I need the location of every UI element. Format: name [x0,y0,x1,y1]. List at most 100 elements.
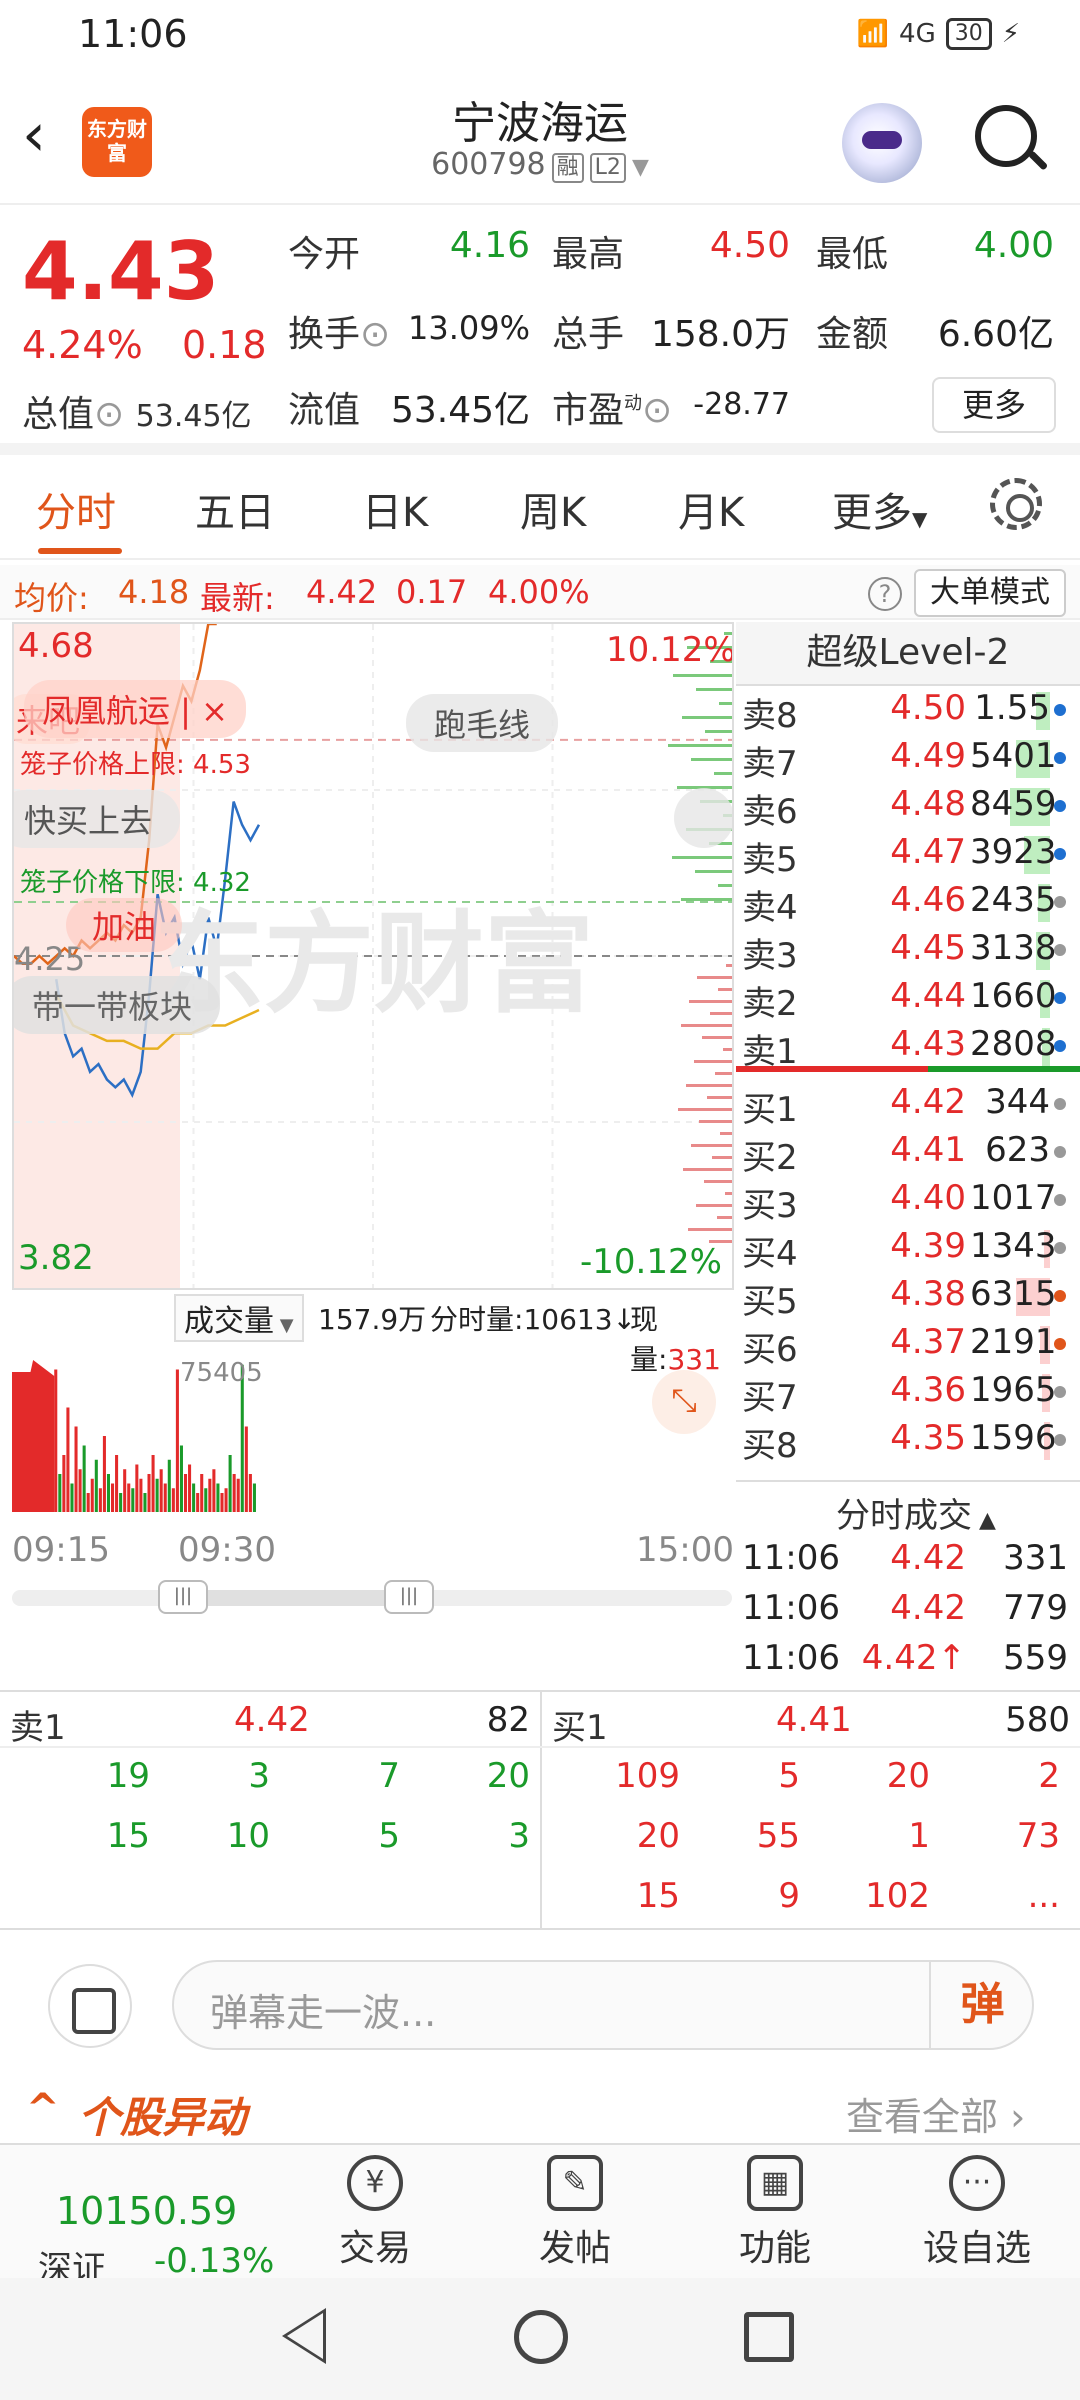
intraday-chart[interactable]: 4.68 3.82 10.12% -10.12% 4.25 笼子价格上限: 4.… [12,622,734,1290]
top-bar: ‹ 东方财富 宁波海运 600798 融 L2 ▼ [0,75,1080,205]
danmu-bubble[interactable]: 加油 [66,898,183,952]
mid-price-label: 4.25 [14,940,86,978]
view-all-link[interactable]: 查看全部 › [846,2086,1025,2141]
nav-add-watchlist[interactable]: ··· 设自选 [902,2155,1052,2271]
float-value: 53.45亿 [390,390,530,431]
divider [736,1480,1080,1482]
bid-row[interactable]: 买1 4.42 344 [736,1082,1080,1130]
bid-row[interactable]: 买7 4.36 1965 [736,1370,1080,1418]
status-dot [1054,1040,1066,1052]
watermark: 东方财富 [154,900,594,1028]
tab-daily-k[interactable]: 日K [362,480,428,538]
status-dot [1054,944,1066,956]
volume-bar [70,1483,74,1512]
tab-more[interactable]: 更多▼ [832,480,927,538]
bid-row[interactable]: 买8 4.35 1596 [736,1418,1080,1466]
ask-depth-bar [719,702,732,705]
info-icon[interactable]: ⊙ [642,390,672,431]
expand-icon[interactable]: ⤡ [652,1370,716,1434]
ask-row[interactable]: 卖1 4.43 2808 [736,1024,1080,1072]
open-value: 4.16 [449,225,530,266]
send-danmu-button[interactable]: 弹 [929,1962,1034,2048]
danmu-input[interactable]: 弹幕走一波... 弹 [172,1960,1034,2050]
bid-row[interactable]: 买6 4.37 2191 [736,1322,1080,1370]
ask-row[interactable]: 卖5 4.47 3923 [736,832,1080,880]
ask-price: 4.48 [890,784,966,824]
info-icon[interactable]: ⊙ [94,394,124,435]
ask-row[interactable]: 卖2 4.44 1660 [736,976,1080,1024]
level2-title[interactable]: 超级Level-2 [736,622,1080,686]
ask-row[interactable]: 卖3 4.45 3138 [736,928,1080,976]
search-icon[interactable] [975,105,1037,167]
volume-bar [167,1459,171,1512]
volume-bar [232,1474,236,1512]
chart-tabs: 分时 五日 日K 周K 月K 更多▼ [0,460,1080,560]
queue-buy-cell: 102 [865,1876,930,1916]
index-value[interactable]: 10150.59 [56,2189,237,2233]
ask-row[interactable]: 卖6 4.48 8459 [736,784,1080,832]
trades-title[interactable]: 分时成交 ▲ [836,1488,996,1537]
bid-row[interactable]: 买3 4.40 1017 [736,1178,1080,1226]
danmu-bubble[interactable]: 凤凰航运 | × [24,680,246,738]
status-dot [1054,992,1066,1004]
bid-row[interactable]: 买5 4.38 6315 [736,1274,1080,1322]
volume-selector[interactable]: 成交量 ▼ [174,1294,304,1342]
big-order-mode-button[interactable]: 大单模式 [914,569,1066,617]
danmu-bubble[interactable]: 带一带板块 [14,976,221,1034]
more-button[interactable]: 更多 [932,377,1056,433]
tab-intraday[interactable]: 分时 [36,480,116,538]
queue-buy-cell: 20 [636,1816,680,1856]
volume-bar [54,1369,58,1512]
slider-handle-left[interactable]: ||| [158,1580,208,1614]
volume-bar [208,1478,212,1512]
bid-row[interactable]: 买4 4.39 1343 [736,1226,1080,1274]
home-circle-icon[interactable] [514,2310,568,2364]
trade-volume: 779 [1003,1588,1068,1628]
nav-post[interactable]: ✎ 发帖 [500,2155,650,2271]
volume-bar [106,1474,110,1512]
slider-handle-right[interactable]: ||| [384,1580,434,1614]
help-icon[interactable]: ? [868,577,902,611]
robot-avatar[interactable] [842,103,922,183]
recents-square-icon[interactable] [744,2312,794,2362]
high-value: 4.50 [709,225,790,266]
info-icon[interactable]: ⊙ [360,314,390,355]
nav-trade[interactable]: ¥ 交易 [300,2155,450,2271]
ask-volume: 5401 [970,736,1057,776]
change-percent: 4.24% [22,323,143,367]
danmu-bubble[interactable]: 快买上去 [14,790,181,848]
gear-icon[interactable] [990,478,1042,530]
ask-level: 卖4 [742,888,798,928]
tab-five-day[interactable]: 五日 [195,480,275,538]
nav-trade-label: 交易 [338,2228,411,2269]
volume-bar [179,1445,183,1512]
volume-value: 158.0万 [650,314,790,355]
ask-row[interactable]: 卖4 4.46 2435 [736,880,1080,928]
ask-depth-bar [682,716,732,719]
ask-volume: 2435 [970,880,1057,920]
pe-value: -28.77 [693,387,790,422]
ask-row[interactable]: 卖84.501.55万 [736,688,1080,776]
bid-depth-bar [720,1132,732,1135]
bid-volume: 1965 [970,1370,1057,1410]
bid-level: 买7 [742,1378,798,1418]
bid-volume: 1017 [970,1178,1057,1218]
nav-functions[interactable]: ▦ 功能 [700,2155,850,2271]
bid-price: 4.42 [890,1082,966,1122]
bid-level: 买2 [742,1138,798,1178]
dropdown-icon[interactable]: ▼ [632,155,649,180]
message-icon[interactable] [48,1964,132,2048]
latest-change: 0.17 [396,573,468,611]
high-label: 最高 [552,234,625,275]
queue-buy-cell: 15 [636,1876,680,1916]
bid-volume: 1596 [970,1418,1057,1458]
status-dot [1054,1338,1066,1350]
ask-depth-bar [695,870,732,873]
chevron-up-icon[interactable]: ^ [26,2086,60,2132]
tab-weekly-k[interactable]: 周K [520,480,586,538]
ask-row[interactable]: 卖7 4.49 5401 [736,736,1080,784]
trade-price: 4.42 [890,1588,966,1628]
tab-monthly-k[interactable]: 月K [678,480,744,538]
bid-row[interactable]: 买2 4.41 623 [736,1130,1080,1178]
danmu-bubble[interactable]: 跑毛线 [406,694,559,752]
